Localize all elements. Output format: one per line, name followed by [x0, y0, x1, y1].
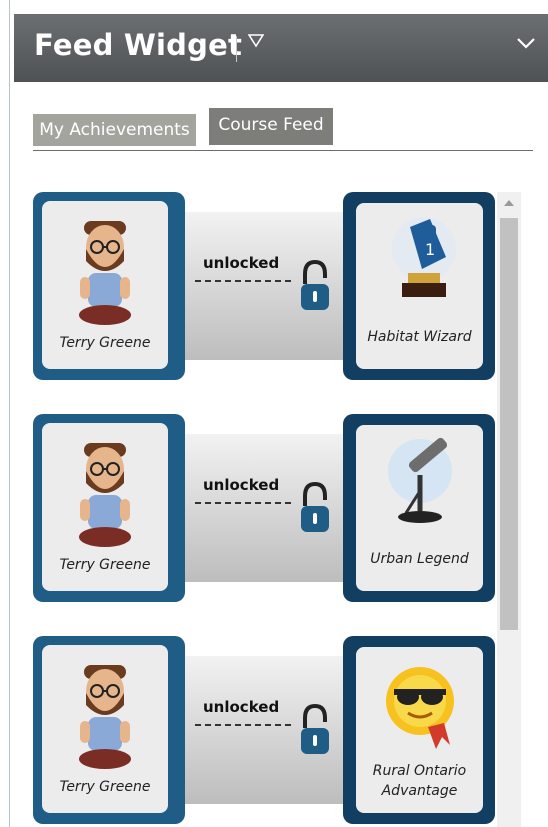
page-top-gap — [10, 0, 548, 14]
badge-name: Urban Legend — [370, 551, 469, 567]
dashed-line — [195, 280, 291, 282]
unlocked-padlock-icon — [301, 703, 329, 754]
feed-item: Terry Greene unlocked — [33, 414, 495, 602]
unlocked-label: unlocked — [203, 698, 280, 716]
badge-panel: Urban Legend — [343, 414, 495, 602]
tab-my-achievements[interactable]: My Achievements — [33, 114, 196, 146]
avatar-icon — [79, 221, 131, 325]
user-card[interactable]: Terry Greene — [42, 201, 168, 369]
badge-card[interactable]: Rural Ontario Advantage — [356, 647, 483, 813]
user-card[interactable]: Terry Greene — [42, 423, 168, 591]
avatar-icon — [79, 665, 131, 769]
widget-title: Feed Widget — [34, 28, 243, 62]
feed-scrollbar[interactable] — [497, 192, 521, 827]
page-left-border — [0, 0, 10, 827]
feed-list: Terry Greene unlocked 1 Habitat Wizard T… — [33, 192, 523, 827]
user-card[interactable]: Terry Greene — [42, 645, 168, 813]
telescope-icon — [388, 437, 452, 523]
widget-menu-icon[interactable] — [248, 34, 264, 48]
svg-text:1: 1 — [425, 240, 435, 259]
unlocked-label: unlocked — [203, 476, 280, 494]
badge-name: Habitat Wizard — [367, 329, 472, 345]
badge-card[interactable]: Urban Legend — [356, 425, 483, 591]
tab-course-feed[interactable]: Course Feed — [209, 108, 333, 145]
feed-tabs: My Achievements Course Feed — [33, 108, 533, 151]
foam-finger-trophy-icon: 1 — [392, 217, 456, 297]
user-name: Terry Greene — [59, 779, 151, 795]
chevron-down-icon[interactable] — [516, 36, 536, 50]
feed-item: Terry Greene unlocked — [33, 636, 495, 824]
badge-name: Rural Ontario Advantage — [372, 763, 467, 799]
user-panel: Terry Greene — [33, 414, 185, 602]
badge-panel: 1 Habitat Wizard — [343, 192, 495, 380]
user-panel: Terry Greene — [33, 636, 185, 824]
badge-panel: Rural Ontario Advantage — [343, 636, 495, 824]
user-name: Terry Greene — [59, 335, 151, 351]
scroll-thumb[interactable] — [500, 218, 518, 630]
unlocked-padlock-icon — [301, 481, 329, 532]
header-divider — [236, 36, 237, 62]
unlocked-label: unlocked — [203, 254, 280, 272]
dashed-line — [195, 502, 291, 504]
sun-sunglasses-icon — [386, 667, 454, 749]
avatar-icon — [79, 443, 131, 547]
unlocked-padlock-icon — [301, 259, 329, 310]
badge-card[interactable]: 1 Habitat Wizard — [356, 203, 483, 369]
feed-widget: Feed Widget My Achievements Course Feed — [0, 0, 548, 827]
feed-item: Terry Greene unlocked 1 Habitat Wizard — [33, 192, 495, 380]
user-name: Terry Greene — [59, 557, 151, 573]
dashed-line — [195, 724, 291, 726]
widget-header: Feed Widget — [14, 14, 548, 82]
scroll-up-arrow-icon[interactable] — [497, 192, 521, 214]
user-panel: Terry Greene — [33, 192, 185, 380]
